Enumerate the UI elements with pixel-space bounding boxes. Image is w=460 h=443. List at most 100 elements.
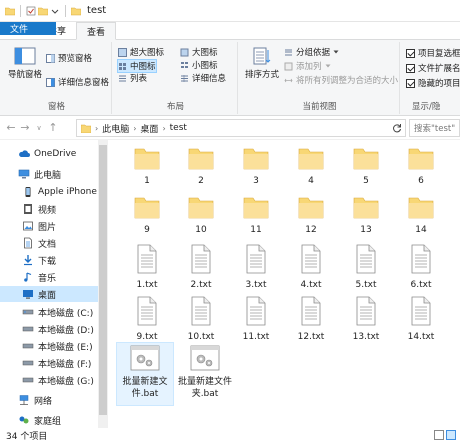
breadcrumb-separator-icon[interactable]: › bbox=[133, 124, 136, 133]
fit-columns-button[interactable]: 将所有列调整为合适的大小 bbox=[284, 74, 398, 86]
view-details[interactable]: 详细信息 bbox=[180, 72, 226, 84]
nav-item-music[interactable]: 音乐 bbox=[22, 269, 56, 285]
group-label-show-hide: 显示/隐 bbox=[412, 102, 441, 112]
text-file-item[interactable]: 3.txt bbox=[228, 244, 284, 291]
nav-item-drive-g[interactable]: 本地磁盘 (G:) bbox=[22, 372, 94, 388]
folder-item[interactable]: 3 bbox=[228, 146, 284, 187]
view-extra-large-icons[interactable]: 超大图标 bbox=[118, 46, 164, 58]
sort-by-button[interactable]: 排序方式 bbox=[244, 46, 280, 80]
folder-item[interactable]: 12 bbox=[283, 195, 339, 236]
folder-item[interactable]: 14 bbox=[393, 195, 449, 236]
folder-item[interactable]: 9 bbox=[119, 195, 175, 236]
nav-item-desktop[interactable]: 桌面 bbox=[0, 286, 98, 302]
nav-item-videos[interactable]: 视频 bbox=[22, 201, 56, 217]
nav-item-iphone[interactable]: Apple iPhone bbox=[22, 184, 97, 200]
folder-item[interactable]: 13 bbox=[338, 195, 394, 236]
search-input[interactable]: 搜索"test" bbox=[409, 119, 460, 137]
add-column-button[interactable]: 添加列 bbox=[284, 60, 331, 72]
refresh-icon[interactable] bbox=[389, 120, 405, 136]
folder-item[interactable]: 10 bbox=[173, 195, 229, 236]
text-file-item[interactable]: 12.txt bbox=[283, 296, 339, 343]
network-icon bbox=[19, 395, 29, 405]
nav-item-pictures[interactable]: 图片 bbox=[22, 218, 56, 234]
group-by-button[interactable]: 分组依据 bbox=[284, 46, 339, 58]
text-file-item[interactable]: 14.txt bbox=[393, 296, 449, 343]
text-file-item[interactable]: 9.txt bbox=[119, 296, 175, 343]
view-large-icons[interactable]: 大图标 bbox=[180, 46, 218, 58]
text-file-item[interactable]: 6.txt bbox=[393, 244, 449, 291]
drive-icon bbox=[22, 360, 34, 366]
hidden-items-toggle[interactable]: 隐藏的项目 bbox=[406, 77, 460, 89]
text-file-item[interactable]: 1.txt bbox=[119, 244, 175, 291]
nav-scrollbar-thumb[interactable] bbox=[99, 145, 107, 415]
item-count: 34 个项目 bbox=[6, 432, 48, 442]
nav-item-onedrive[interactable]: OneDrive bbox=[18, 146, 76, 162]
details-view-toggle-icon[interactable] bbox=[434, 430, 444, 440]
checkbox-checked[interactable] bbox=[406, 48, 415, 58]
nav-item-label: 此电脑 bbox=[34, 170, 62, 181]
batch-file-item[interactable]: 批量新建文件夹.bat bbox=[176, 342, 234, 400]
new-folder-icon[interactable] bbox=[38, 6, 48, 16]
nav-item-label: 本地磁盘 (G:) bbox=[38, 376, 94, 387]
nav-item-drive-f[interactable]: 本地磁盘 (F:) bbox=[22, 355, 91, 371]
checkbox-checked[interactable] bbox=[406, 78, 415, 88]
preview-pane-button[interactable]: 预览窗格 bbox=[46, 52, 92, 64]
text-file-item[interactable]: 13.txt bbox=[338, 296, 394, 343]
text-file-item[interactable]: 11.txt bbox=[228, 296, 284, 343]
nav-item-label: 音乐 bbox=[38, 273, 57, 284]
breadcrumb-test[interactable]: test bbox=[170, 123, 187, 133]
tab-file[interactable]: 文件 bbox=[0, 22, 56, 35]
details-icon bbox=[181, 74, 188, 82]
nav-item-drive-c[interactable]: 本地磁盘 (C:) bbox=[22, 304, 93, 320]
breadcrumb-this-pc[interactable]: 此电脑 bbox=[102, 122, 129, 135]
chevron-down-icon[interactable] bbox=[50, 6, 60, 16]
nav-item-network[interactable]: 网络 bbox=[18, 392, 52, 408]
breadcrumb-separator-icon[interactable]: › bbox=[162, 124, 165, 133]
icons-view-toggle-icon[interactable] bbox=[446, 430, 456, 440]
breadcrumb-desktop[interactable]: 桌面 bbox=[140, 122, 158, 135]
nav-item-downloads[interactable]: 下载 bbox=[22, 252, 56, 268]
nav-item-homegroup[interactable]: 家庭组 bbox=[18, 412, 61, 428]
properties-icon[interactable] bbox=[26, 6, 36, 16]
details-pane-button[interactable]: 详细信息窗格 bbox=[46, 76, 109, 88]
item-checkboxes-toggle[interactable]: 项目复选框 bbox=[406, 47, 460, 59]
view-list[interactable]: 列表 bbox=[118, 72, 147, 84]
nav-pane-button[interactable]: 导航窗格 bbox=[6, 46, 44, 80]
fit-columns-label: 将所有列调整为合适的大小 bbox=[296, 76, 399, 86]
text-file-item[interactable]: 2.txt bbox=[173, 244, 229, 291]
status-bar: 34 个项目 bbox=[0, 428, 460, 443]
text-file-item[interactable]: 4.txt bbox=[283, 244, 339, 291]
batch-file-item[interactable]: 批量新建文件.bat bbox=[116, 342, 174, 406]
up-button[interactable]: ↑ bbox=[46, 119, 60, 137]
checkbox-checked[interactable] bbox=[406, 63, 415, 73]
text-file-icon bbox=[137, 244, 157, 274]
nav-item-documents[interactable]: 文档 bbox=[22, 235, 56, 251]
nav-item-label: 本地磁盘 (D:) bbox=[38, 325, 94, 336]
breadcrumb-separator-icon[interactable]: › bbox=[95, 124, 98, 133]
nav-item-this-pc[interactable]: 此电脑 bbox=[18, 166, 61, 182]
folder-item[interactable]: 5 bbox=[338, 146, 394, 187]
view-medium-icons[interactable]: 中图标 bbox=[117, 59, 157, 73]
desktop-icon bbox=[23, 290, 33, 299]
folder-item[interactable]: 6 bbox=[393, 146, 449, 187]
file-name: 批量新建文件.bat bbox=[122, 377, 168, 399]
view-small-icons[interactable]: 小图标 bbox=[180, 59, 218, 71]
folder-item[interactable]: 1 bbox=[119, 146, 175, 187]
text-file-item[interactable]: 5.txt bbox=[338, 244, 394, 291]
folder-item[interactable]: 11 bbox=[228, 195, 284, 236]
file-extensions-toggle[interactable]: 文件扩展名 bbox=[406, 62, 460, 74]
file-name: 13 bbox=[360, 225, 372, 235]
address-box[interactable]: › 此电脑 › 桌面 › test bbox=[76, 119, 406, 137]
nav-scrollbar[interactable] bbox=[98, 140, 108, 428]
text-file-icon bbox=[301, 244, 321, 274]
nav-item-drive-e[interactable]: 本地磁盘 (E:) bbox=[22, 338, 93, 354]
folder-item[interactable]: 4 bbox=[283, 146, 339, 187]
nav-item-drive-d[interactable]: 本地磁盘 (D:) bbox=[22, 321, 94, 337]
forward-button[interactable]: → bbox=[18, 119, 32, 137]
back-button[interactable]: ← bbox=[4, 119, 18, 137]
tab-view[interactable]: 查看 bbox=[76, 22, 117, 40]
folder-icon bbox=[188, 197, 214, 219]
recent-locations-chevron-icon[interactable]: ∨ bbox=[32, 119, 46, 137]
text-file-item[interactable]: 10.txt bbox=[173, 296, 229, 343]
folder-item[interactable]: 2 bbox=[173, 146, 229, 187]
